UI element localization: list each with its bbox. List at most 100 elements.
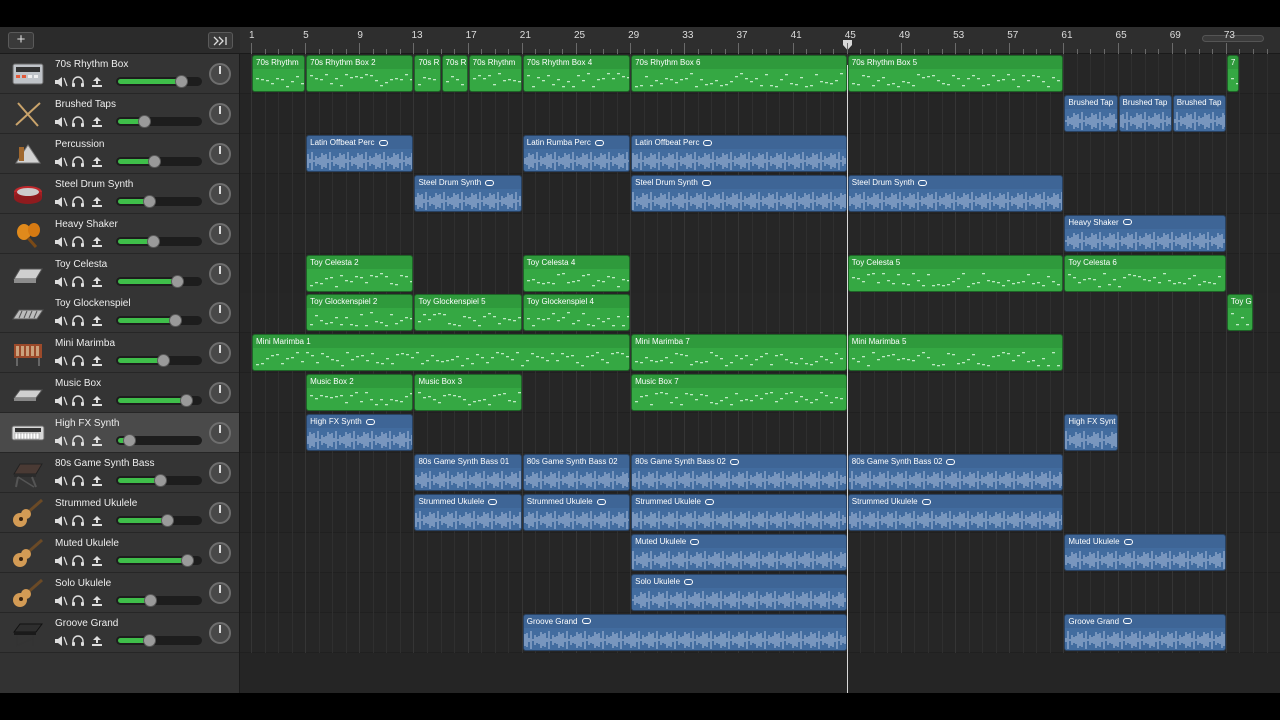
volume-slider-knob[interactable]: [143, 194, 157, 208]
track-header[interactable]: 70s Rhythm Box: [0, 54, 239, 94]
midi-region[interactable]: Toy Celesta 2: [306, 254, 414, 292]
mute-icon[interactable]: [54, 395, 68, 407]
mute-icon[interactable]: [54, 76, 68, 88]
record-enable-icon[interactable]: [90, 555, 104, 567]
audio-region[interactable]: Latin Offbeat Perc: [306, 134, 414, 172]
volume-slider-knob[interactable]: [148, 154, 162, 168]
midi-region[interactable]: Toy Celesta 4: [522, 254, 631, 292]
volume-slider-knob[interactable]: [175, 75, 189, 88]
track-name[interactable]: 70s Rhythm Box: [55, 59, 128, 70]
audio-region[interactable]: 80s Game Synth Bass 02: [631, 454, 847, 491]
midi-region[interactable]: Toy Celesta 5: [847, 254, 1064, 292]
audio-region[interactable]: Groove Grand: [1064, 613, 1226, 651]
volume-slider[interactable]: [116, 394, 202, 408]
track-header[interactable]: Solo Ukulele: [0, 572, 239, 613]
audio-region[interactable]: Brushed Tap: [1172, 94, 1226, 132]
pan-knob[interactable]: [209, 382, 231, 405]
pan-knob[interactable]: [209, 342, 231, 365]
midi-region[interactable]: Mini Marimba 7: [631, 334, 847, 372]
record-enable-icon[interactable]: [90, 435, 104, 447]
mute-icon[interactable]: [54, 595, 68, 607]
track-header[interactable]: Muted Ukulele: [0, 532, 239, 573]
record-enable-icon[interactable]: [90, 156, 104, 168]
audio-region[interactable]: Groove Grand: [522, 613, 847, 651]
track-name[interactable]: Muted Ukulele: [55, 538, 119, 549]
headphones-icon[interactable]: [71, 435, 85, 447]
midi-region[interactable]: Toy G: [1226, 294, 1253, 332]
audio-region[interactable]: 80s Game Synth Bass 02: [847, 454, 1064, 491]
pan-knob[interactable]: [209, 142, 231, 165]
track-header[interactable]: Mini Marimba: [0, 333, 239, 374]
track-header[interactable]: Music Box: [0, 373, 239, 414]
volume-slider[interactable]: [116, 114, 202, 128]
mute-icon[interactable]: [54, 315, 68, 327]
playhead[interactable]: [846, 65, 848, 693]
track-header[interactable]: 80s Game Synth Bass: [0, 453, 239, 493]
audio-region[interactable]: High FX Synth: [306, 414, 414, 452]
mute-icon[interactable]: [54, 355, 68, 367]
pan-knob[interactable]: [209, 102, 231, 125]
audio-region[interactable]: Strummed Ukulele: [522, 493, 631, 531]
midi-region[interactable]: Mini Marimba 5: [847, 334, 1064, 372]
record-enable-icon[interactable]: [90, 76, 104, 88]
audio-region[interactable]: Brushed Tap: [1118, 94, 1172, 132]
midi-region[interactable]: 7: [1226, 55, 1240, 92]
audio-region[interactable]: Steel Drum Synth: [847, 174, 1064, 212]
audio-region[interactable]: Steel Drum Synth: [631, 174, 847, 212]
track-name[interactable]: Brushed Taps: [55, 99, 116, 110]
headphones-icon[interactable]: [71, 475, 85, 487]
midi-region[interactable]: 70s Rhythm Box 2: [306, 55, 414, 92]
track-header[interactable]: Toy Celesta: [0, 253, 239, 294]
pan-knob[interactable]: [209, 63, 231, 85]
volume-slider[interactable]: [116, 593, 202, 607]
volume-slider[interactable]: [116, 354, 202, 368]
midi-region[interactable]: Toy Celesta 6: [1064, 254, 1226, 292]
record-enable-icon[interactable]: [90, 196, 104, 208]
pan-knob[interactable]: [209, 581, 231, 604]
track-name[interactable]: Heavy Shaker: [55, 219, 118, 230]
arrangement-area[interactable]: 1 5 9 13 17 21 25 29 33 37 41 45 49 53 57 61 65 69 73 70s …: [240, 27, 1280, 693]
pan-knob[interactable]: [209, 422, 231, 445]
track-header[interactable]: Steel Drum Synth: [0, 173, 239, 214]
track-name[interactable]: Toy Glockenspiel: [55, 298, 131, 309]
pan-knob[interactable]: [209, 222, 231, 245]
record-enable-icon[interactable]: [90, 475, 104, 487]
audio-region[interactable]: High FX Synt: [1064, 414, 1118, 452]
volume-slider[interactable]: [116, 234, 202, 248]
track-lanes[interactable]: 70s Rhythm 70s Rhythm Box 2 70s R 70s R 70s …: [240, 54, 1280, 693]
mute-icon[interactable]: [54, 475, 68, 487]
volume-slider-knob[interactable]: [122, 434, 136, 448]
midi-region[interactable]: 70s Rhythm Box 4: [522, 55, 631, 92]
track-name[interactable]: 80s Game Synth Bass: [55, 458, 155, 469]
headphones-icon[interactable]: [71, 275, 85, 288]
audio-region[interactable]: Solo Ukulele: [631, 573, 847, 611]
midi-region[interactable]: Music Box 7: [631, 374, 847, 412]
pan-knob[interactable]: [209, 182, 231, 205]
track-header[interactable]: Brushed Taps: [0, 93, 239, 134]
volume-slider[interactable]: [116, 474, 202, 487]
track-header[interactable]: Strummed Ukulele: [0, 492, 239, 533]
headphones-icon[interactable]: [71, 595, 85, 607]
track-header[interactable]: High FX Synth: [0, 413, 239, 454]
audio-region[interactable]: Steel Drum Synth: [414, 174, 522, 212]
smart-controls-filter-button[interactable]: [208, 32, 233, 49]
headphones-icon[interactable]: [71, 116, 85, 128]
volume-slider[interactable]: [116, 553, 202, 567]
volume-slider[interactable]: [116, 513, 202, 527]
midi-region[interactable]: Toy Glockenspiel 4: [522, 294, 631, 332]
mute-icon[interactable]: [54, 515, 68, 527]
midi-region[interactable]: 70s R: [441, 55, 468, 92]
mute-icon[interactable]: [54, 156, 68, 168]
pan-knob[interactable]: [209, 462, 231, 484]
headphones-icon[interactable]: [71, 634, 85, 647]
mute-icon[interactable]: [54, 635, 68, 647]
midi-region[interactable]: 70s R: [414, 55, 441, 92]
volume-slider-knob[interactable]: [161, 513, 174, 527]
headphones-icon[interactable]: [71, 395, 85, 407]
volume-slider-knob[interactable]: [142, 633, 156, 647]
audio-region[interactable]: Strummed Ukulele: [414, 493, 522, 531]
track-name[interactable]: Groove Grand: [55, 618, 118, 629]
audio-region[interactable]: Brushed Tap: [1064, 94, 1118, 132]
midi-region[interactable]: Music Box 2: [306, 374, 414, 412]
pan-knob[interactable]: [209, 501, 231, 524]
